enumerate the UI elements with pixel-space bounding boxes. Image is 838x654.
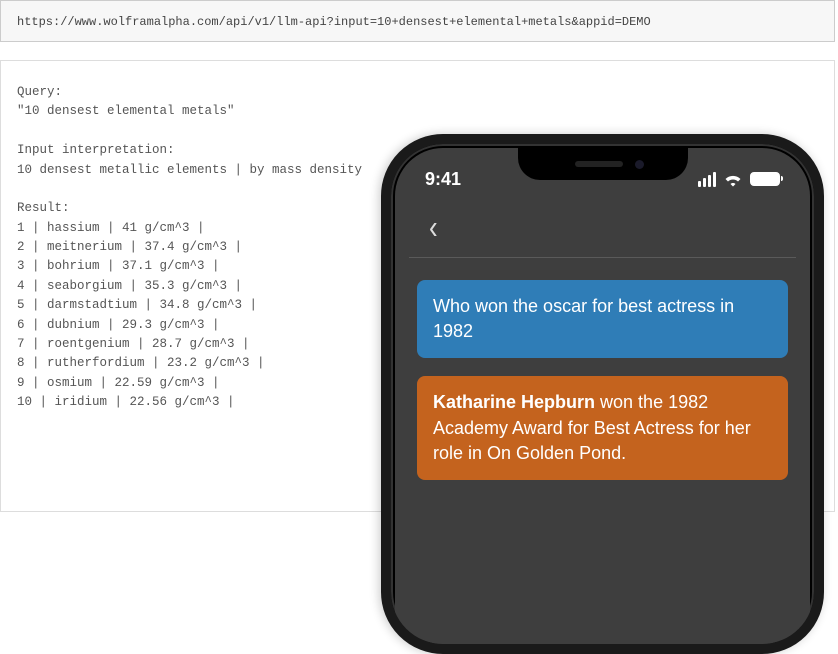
result-row: 9 | osmium | 22.59 g/cm^3 | (17, 376, 220, 390)
result-row: 3 | bohrium | 37.1 g/cm^3 | (17, 259, 220, 273)
status-icons (696, 171, 780, 187)
query-value: "10 densest elemental metals" (17, 104, 235, 118)
assistant-bold-name: Katharine Hepburn (433, 392, 595, 412)
result-row: 4 | seaborgium | 35.3 g/cm^3 | (17, 279, 242, 293)
result-row: 7 | roentgenium | 28.7 g/cm^3 | (17, 337, 250, 351)
status-time: 9:41 (425, 169, 461, 190)
query-label: Query: (17, 85, 62, 99)
result-label: Result: (17, 201, 70, 215)
back-button[interactable]: ‹ (429, 207, 438, 247)
assistant-message-bubble[interactable]: Katharine Hepburn won the 1982 Academy A… (417, 376, 788, 480)
phone-screen: 9:41 ‹ Who won the oscar for best actres… (395, 148, 810, 644)
speaker-grille (575, 161, 623, 167)
api-url-box: https://www.wolframalpha.com/api/v1/llm-… (0, 0, 835, 42)
result-row: 6 | dubnium | 29.3 g/cm^3 | (17, 318, 220, 332)
wifi-icon (723, 171, 743, 187)
result-row: 1 | hassium | 41 g/cm^3 | (17, 221, 205, 235)
result-row: 8 | rutherfordium | 23.2 g/cm^3 | (17, 356, 265, 370)
user-message-text: Who won the oscar for best actress in 19… (433, 296, 734, 341)
phone-notch (518, 148, 688, 180)
api-url-text: https://www.wolframalpha.com/api/v1/llm-… (17, 15, 651, 29)
phone-frame: 9:41 ‹ Who won the oscar for best actres… (381, 134, 824, 654)
result-row: 2 | meitnerium | 37.4 g/cm^3 | (17, 240, 242, 254)
battery-icon (750, 172, 780, 186)
interp-label: Input interpretation: (17, 143, 175, 157)
cellular-signal-icon (696, 172, 716, 187)
result-row: 5 | darmstadtium | 34.8 g/cm^3 | (17, 298, 257, 312)
nav-bar: ‹ (409, 202, 796, 258)
result-row: 10 | iridium | 22.56 g/cm^3 | (17, 395, 235, 409)
user-message-bubble[interactable]: Who won the oscar for best actress in 19… (417, 280, 788, 358)
chat-messages: Who won the oscar for best actress in 19… (395, 258, 810, 502)
interp-value: 10 densest metallic elements | by mass d… (17, 163, 362, 177)
front-camera (635, 160, 644, 169)
